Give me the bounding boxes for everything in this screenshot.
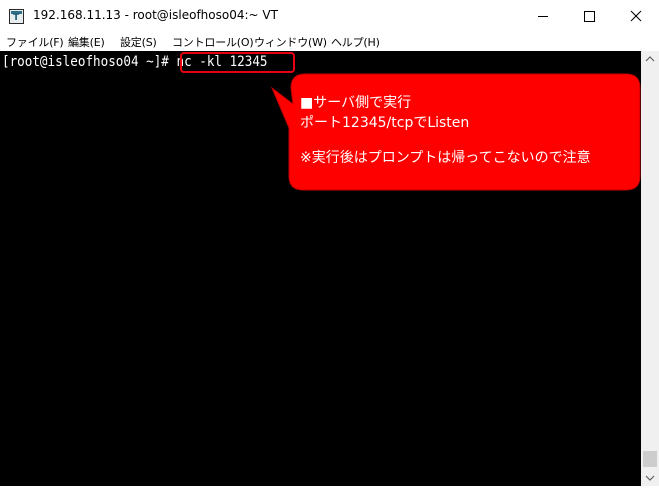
- menu-bar: ファイル(F) 編集(E) 設定(S) コントロール(O) ウィンドウ(W) ヘ…: [0, 32, 659, 51]
- title-bar[interactable]: T 192.168.11.13 - root@isleofhoso04:~ VT: [0, 0, 659, 32]
- window-title: 192.168.11.13 - root@isleofhoso04:~ VT: [33, 8, 278, 22]
- callout-line-1: ■サーバ側で実行: [300, 95, 412, 111]
- maximize-button[interactable]: [566, 0, 612, 32]
- chevron-down-icon: [645, 475, 655, 481]
- menu-file[interactable]: ファイル(F): [6, 34, 64, 50]
- callout-line-3: ※実行後はプロンプトは帰ってこないので注意: [300, 150, 591, 166]
- command-highlight-box: [180, 52, 295, 73]
- close-icon: [630, 10, 642, 22]
- minimize-icon: [538, 16, 548, 17]
- shell-prompt: [root@isleofhoso04 ~]#: [2, 54, 177, 70]
- chevron-up-icon: [645, 56, 655, 62]
- scroll-down-button[interactable]: [641, 469, 659, 486]
- scroll-up-button[interactable]: [641, 51, 659, 68]
- maximize-icon: [584, 11, 595, 22]
- callout-text: ■サーバ側で実行 ポート12345/tcpでListen ※実行後はプロンプトは…: [300, 93, 640, 168]
- menu-help[interactable]: ヘルプ(H): [331, 34, 380, 50]
- app-icon-letter: T: [13, 13, 20, 23]
- scroll-thumb[interactable]: [643, 451, 657, 467]
- menu-edit[interactable]: 編集(E): [68, 34, 105, 50]
- close-button[interactable]: [613, 0, 659, 32]
- teraterm-app-icon[interactable]: T: [9, 9, 24, 24]
- menu-window[interactable]: ウィンドウ(W): [254, 34, 327, 50]
- vertical-scrollbar[interactable]: [641, 51, 659, 486]
- callout-line-2: ポート12345/tcpでListen: [300, 115, 470, 131]
- menu-control[interactable]: コントロール(O): [172, 34, 254, 50]
- minimize-button[interactable]: [520, 0, 566, 32]
- menu-settings[interactable]: 設定(S): [120, 34, 157, 50]
